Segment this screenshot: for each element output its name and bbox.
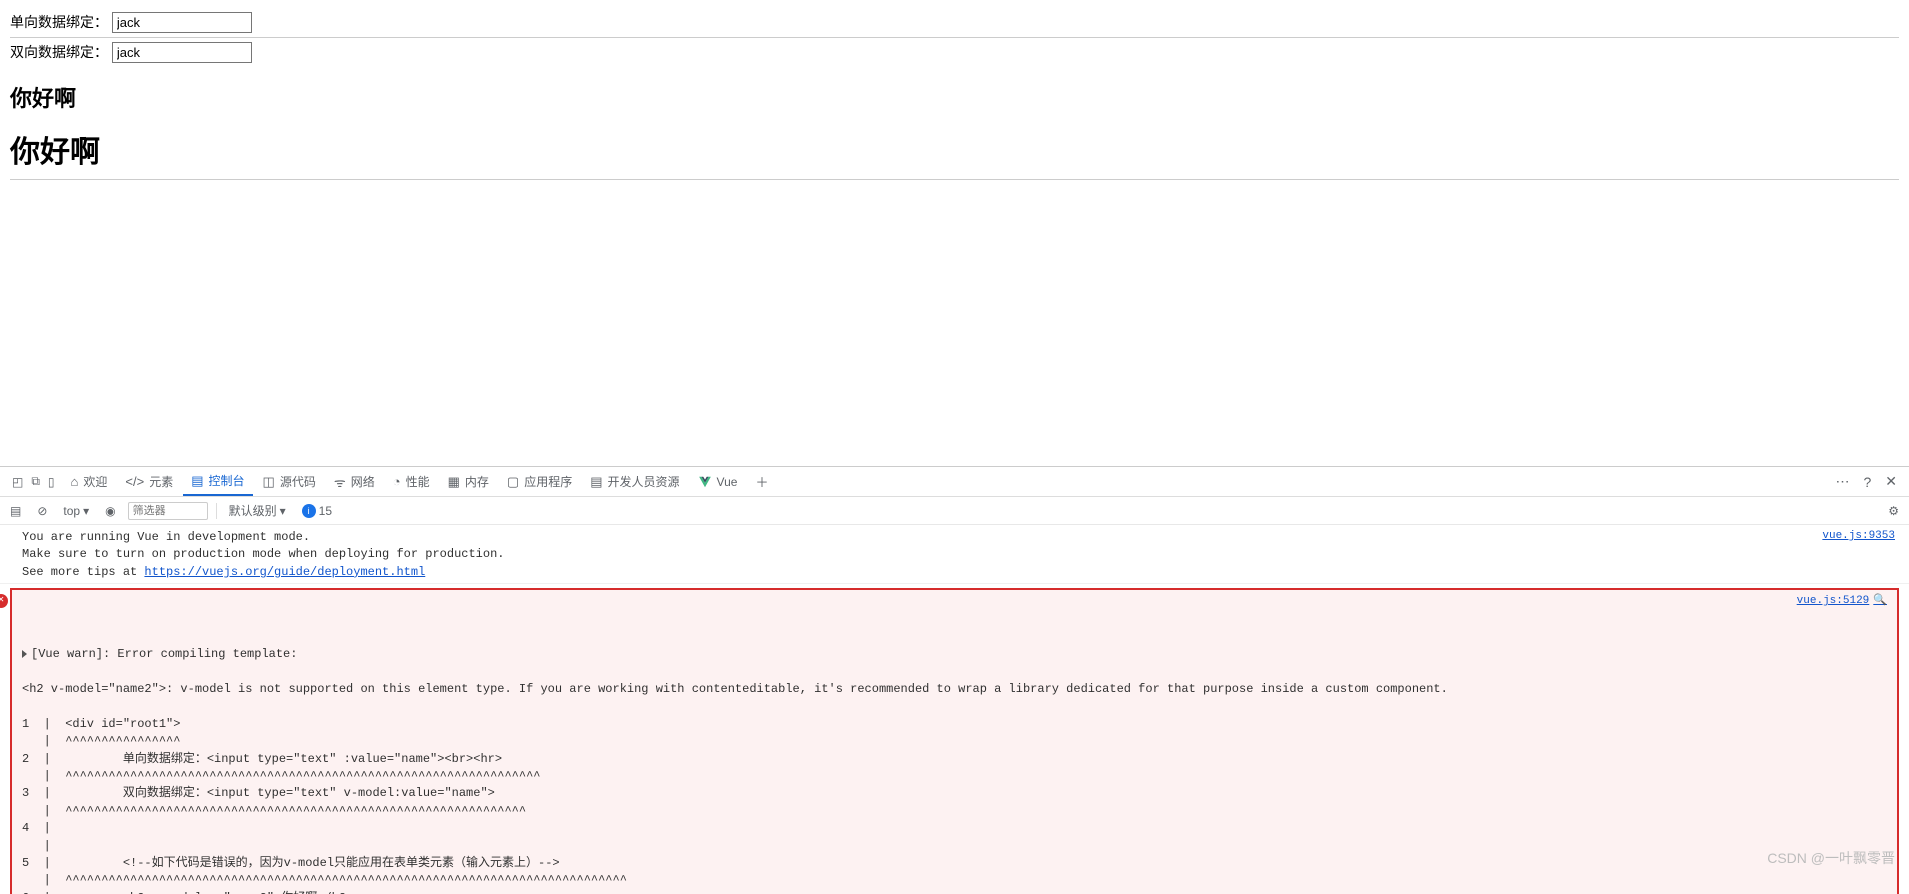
context-label: top (63, 504, 80, 518)
chevron-down-icon: ▾ (280, 504, 286, 518)
page-content: 单向数据绑定： 双向数据绑定： 你好啊 你好啊 (0, 0, 1909, 192)
home-icon: ⌂ (71, 474, 79, 489)
eye-icon[interactable]: ◉ (101, 502, 119, 520)
hello-h1: 你好啊 (10, 127, 1899, 171)
tab-devresources-label: 开发人员资源 (608, 473, 680, 490)
tab-add[interactable]: ＋ (747, 467, 776, 496)
tab-elements[interactable]: </> 元素 (117, 467, 181, 496)
dock-icon[interactable]: ▯ (46, 475, 57, 489)
error-body: <h2 v-model="name2">: v-model is not sup… (22, 682, 1448, 894)
device-icon[interactable]: ⧉ (29, 474, 42, 489)
console-log-info: You are running Vue in development mode.… (0, 527, 1909, 584)
error-headline: [Vue warn]: Error compiling template: (31, 647, 297, 661)
tab-welcome-label: 欢迎 (83, 473, 107, 490)
devtools-tabs: ◰ ⧉ ▯ ⌂ 欢迎 </> 元素 ▤ 控制台 ◫ 源代码 ᯤ 网络 ◔ 性能 (0, 467, 1909, 497)
tab-console[interactable]: ▤ 控制台 (183, 467, 252, 496)
tab-network[interactable]: ᯤ 网络 (326, 467, 383, 496)
tab-elements-label: 元素 (149, 473, 173, 490)
console-settings-icon[interactable]: ⚙ (1884, 502, 1903, 520)
error-icon: ✕ (0, 594, 8, 608)
tab-console-label: 控制台 (209, 472, 245, 489)
source-icon: ◫ (263, 474, 275, 490)
magnifier-icon[interactable]: 🔍 (1873, 595, 1887, 607)
twoway-binding-row: 双向数据绑定： (10, 42, 1899, 63)
info-dot-icon: i (302, 504, 316, 518)
tab-performance-label: 性能 (406, 473, 430, 490)
log-level-selector[interactable]: 默认级别 ▾ (225, 500, 290, 521)
tab-vue-label: Vue (717, 475, 738, 489)
oneway-input[interactable] (112, 12, 252, 33)
wifi-icon: ᯤ (334, 473, 346, 491)
oneway-label: 单向数据绑定： (10, 14, 108, 30)
twoway-label: 双向数据绑定： (10, 44, 108, 60)
sidebar-toggle-icon[interactable]: ▤ (6, 502, 25, 520)
tab-application-label: 应用程序 (524, 473, 572, 490)
divider (10, 37, 1899, 38)
vue-icon (698, 475, 712, 489)
devtools-panel: ◰ ⧉ ▯ ⌂ 欢迎 </> 元素 ▤ 控制台 ◫ 源代码 ᯤ 网络 ◔ 性能 (0, 466, 1909, 894)
tab-devresources[interactable]: ▤ 开发人员资源 (582, 467, 687, 496)
deployment-link[interactable]: https://vuejs.org/guide/deployment.html (144, 565, 425, 579)
source-ref-link[interactable]: vue.js:9353 (1822, 529, 1895, 545)
filter-input[interactable] (128, 502, 208, 520)
twoway-input[interactable] (112, 42, 252, 63)
tab-network-label: 网络 (351, 473, 375, 490)
app-icon: ▢ (507, 474, 519, 490)
divider (10, 179, 1899, 180)
more-icon[interactable]: ⋯ (1829, 473, 1855, 490)
chevron-down-icon: ▾ (83, 504, 89, 518)
issues-indicator[interactable]: i 15 (298, 502, 336, 520)
inspect-icon[interactable]: ◰ (10, 475, 25, 489)
tab-vue[interactable]: Vue (690, 467, 746, 496)
tab-sources[interactable]: ◫ 源代码 (255, 467, 324, 496)
log-level-label: 默认级别 (229, 502, 277, 519)
close-icon[interactable]: ✕ (1879, 473, 1903, 490)
help-icon[interactable]: ? (1857, 474, 1877, 490)
issue-count: 15 (319, 504, 332, 518)
expand-triangle-icon[interactable] (22, 650, 27, 658)
tab-memory[interactable]: ▦ 内存 (440, 467, 497, 496)
plus-icon: ＋ (755, 472, 768, 491)
console-toolbar: ▤ ⊘ top ▾ ◉ 默认级别 ▾ i 15 ⚙ (0, 497, 1909, 525)
error-srcref-text: vue.js:5129 (1797, 595, 1870, 607)
tab-welcome[interactable]: ⌂ 欢迎 (63, 467, 116, 496)
chip-icon: ▦ (448, 474, 460, 490)
tab-sources-label: 源代码 (280, 473, 316, 490)
tab-performance[interactable]: ◔ 性能 (385, 467, 438, 496)
oneway-binding-row: 单向数据绑定： (10, 12, 1899, 33)
clear-console-icon[interactable]: ⊘ (33, 502, 51, 520)
tab-application[interactable]: ▢ 应用程序 (499, 467, 580, 496)
console-icon: ▤ (191, 473, 203, 489)
hello-h2: 你好啊 (10, 81, 1899, 113)
gauge-icon: ◔ (393, 474, 401, 489)
resource-icon: ▤ (590, 474, 602, 490)
console-output: You are running Vue in development mode.… (0, 525, 1909, 894)
console-log-error: ✕ vue.js:5129🔍 [Vue warn]: Error compili… (10, 588, 1899, 894)
context-selector[interactable]: top ▾ (59, 502, 93, 520)
tab-memory-label: 内存 (465, 473, 489, 490)
code-icon: </> (125, 474, 144, 489)
source-ref-link[interactable]: vue.js:5129🔍 (1797, 594, 1887, 610)
